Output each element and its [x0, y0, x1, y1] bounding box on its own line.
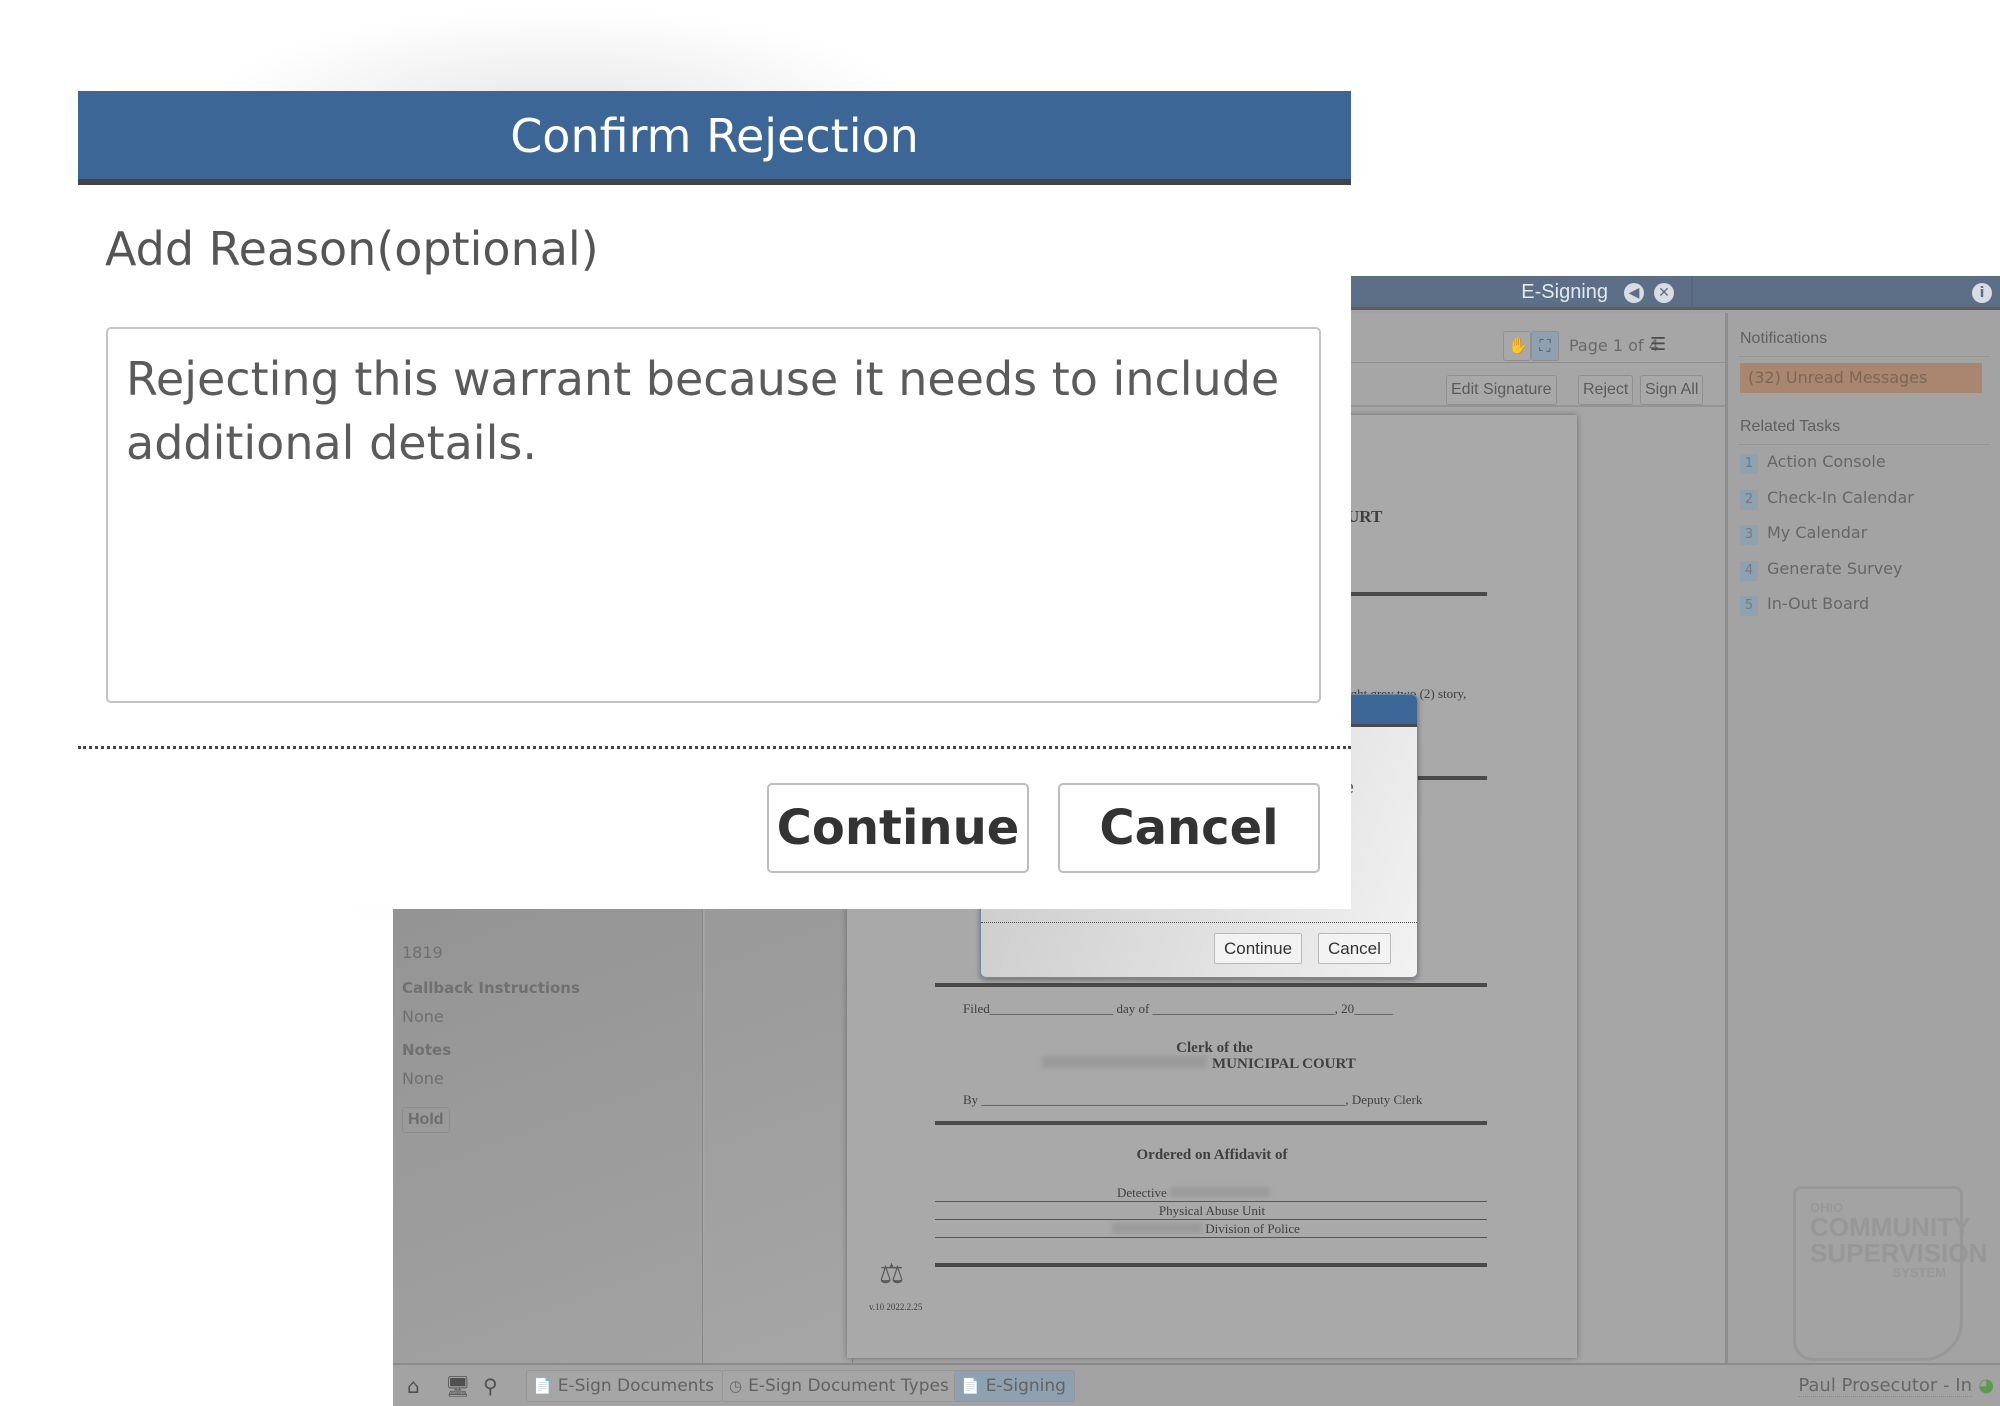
ordered-heading: Ordered on Affidavit of: [1136, 1147, 1288, 1163]
scales-of-justice-icon: ⚖: [879, 1259, 905, 1290]
dialog-title: Confirm Rejection: [510, 109, 919, 163]
dialog-separator: [981, 922, 1417, 923]
related-tasks-heading: Related Tasks: [1740, 418, 1841, 435]
cancel-button-small[interactable]: Cancel: [1318, 933, 1391, 964]
clock-icon: ◷: [729, 1377, 743, 1395]
callback-instructions-label: Callback Instructions: [402, 979, 580, 997]
logo-text: SUPERVISION: [1810, 1238, 1988, 1268]
search-icon[interactable]: ⚲: [483, 1374, 498, 1398]
continue-button[interactable]: Continue: [767, 783, 1029, 873]
tab-label: E-Sign Document Types: [748, 1376, 949, 1396]
detail-value: 1819: [402, 943, 443, 962]
reason-textarea[interactable]: Rejecting this warrant because it needs …: [106, 327, 1321, 703]
divider: [1738, 356, 1990, 357]
fit-page-icon[interactable]: ⛶: [1531, 331, 1559, 361]
confirm-rejection-dialog: Confirm Rejection Add Reason(optional) R…: [78, 91, 1351, 909]
tab-e-sign-documents[interactable]: 📄 E-Sign Documents: [526, 1370, 723, 1402]
rule: [935, 1219, 1487, 1220]
taskbar: ⌂ 🖥 ⚲ 📄 E-Sign Documents ◷ E-Sign Document…: [393, 1363, 2000, 1406]
task-number: 3: [1740, 525, 1758, 545]
related-task-generate-survey[interactable]: 4 Generate Survey: [1740, 559, 1902, 581]
tab-e-signing[interactable]: 📄 E-Signing: [954, 1370, 1075, 1402]
ohio-community-supervision-logo: OHIO COMMUNITY SUPERVISION SYSTEM: [1793, 1186, 1988, 1361]
task-label: My Calendar: [1767, 523, 1868, 542]
connection-status-icon: ◕: [1978, 1375, 1994, 1396]
back-icon[interactable]: ◀: [1624, 283, 1644, 303]
home-icon[interactable]: ⌂: [407, 1374, 420, 1398]
task-label: Action Console: [1767, 452, 1886, 471]
info-icon[interactable]: i: [1972, 283, 1992, 303]
edit-signature-button[interactable]: Edit Signature: [1446, 375, 1557, 405]
sign-all-button[interactable]: Sign All: [1640, 375, 1704, 405]
task-label: Generate Survey: [1767, 559, 1903, 578]
rule: [935, 983, 1487, 987]
task-number: 1: [1740, 454, 1758, 474]
task-label: Check-In Calendar: [1767, 488, 1914, 507]
task-number: 4: [1740, 561, 1758, 581]
dialog-separator: [78, 746, 1351, 749]
callback-instructions-value: None: [402, 1007, 444, 1026]
redacted-text: [1112, 1223, 1202, 1233]
unread-messages-link[interactable]: (32) Unread Messages: [1740, 363, 1982, 393]
related-task-check-in-calendar[interactable]: 2 Check-In Calendar: [1740, 488, 1914, 510]
notifications-heading: Notifications: [1740, 330, 1828, 347]
notes-label: Notes: [402, 1041, 452, 1059]
task-label: In-Out Board: [1767, 594, 1870, 613]
court-heading-fragment: URT: [1347, 507, 1383, 526]
affiant-name: Detective: [1117, 1185, 1271, 1201]
rule: [935, 1201, 1487, 1202]
related-task-in-out-board[interactable]: 5 In-Out Board: [1740, 594, 1869, 616]
dialog-header: Confirm Rejection: [78, 91, 1351, 185]
redacted-text: [1042, 1056, 1207, 1068]
rule: [935, 1237, 1487, 1238]
affiant-title: Detective: [1117, 1185, 1167, 1200]
court-name-text: MUNICIPAL COURT: [1212, 1056, 1356, 1072]
division-text: Division of Police: [1205, 1221, 1300, 1236]
deputy-clerk-line: By _____________________________________…: [963, 1092, 1423, 1107]
court-name: MUNICIPAL COURT: [847, 1056, 1577, 1073]
tab-label: E-Signing: [985, 1376, 1066, 1396]
rule: [935, 1263, 1487, 1267]
related-task-my-calendar[interactable]: 3 My Calendar: [1740, 523, 1867, 545]
document-shield-icon: 📄: [533, 1377, 552, 1395]
logo-text: COMMUNITY: [1810, 1212, 1971, 1242]
tab-e-sign-document-types[interactable]: ◷ E-Sign Document Types: [722, 1370, 958, 1402]
hold-button[interactable]: Hold: [402, 1107, 450, 1133]
redacted-text: [1170, 1187, 1271, 1197]
reject-button[interactable]: Reject: [1578, 375, 1634, 405]
clerk-line: Clerk of the: [1176, 1040, 1253, 1056]
continue-button-small[interactable]: Continue: [1214, 933, 1303, 964]
divider: [1738, 444, 1990, 445]
window-title: E-Signing: [1521, 281, 1608, 303]
page-indicator: Page 1 of 4: [1569, 336, 1659, 355]
reason-label: Add Reason(optional): [105, 222, 599, 276]
cancel-button[interactable]: Cancel: [1058, 783, 1320, 873]
related-task-action-console[interactable]: 1 Action Console: [1740, 452, 1886, 474]
task-number: 5: [1740, 596, 1758, 616]
form-version: v.10 2022.2.25: [869, 1302, 923, 1312]
affiant-division: Division of Police: [1112, 1221, 1300, 1237]
pan-hand-icon[interactable]: ✋: [1503, 331, 1531, 361]
task-number: 2: [1740, 490, 1758, 510]
menu-icon[interactable]: ☰: [1650, 334, 1666, 355]
rule: [935, 1121, 1487, 1125]
user-status[interactable]: Paul Prosecutor - In: [1798, 1375, 1972, 1397]
monitor-icon[interactable]: 🖥: [445, 1374, 470, 1398]
document-shield-icon: 📄: [961, 1377, 980, 1395]
filed-line: Filed___________________ day of ________…: [963, 1001, 1394, 1016]
notes-value: None: [402, 1069, 444, 1088]
close-icon[interactable]: ✕: [1654, 283, 1674, 303]
header-divider: [1691, 276, 1693, 310]
tab-label: E-Sign Documents: [557, 1376, 714, 1396]
affiant-unit: Physical Abuse Unit: [1158, 1203, 1266, 1218]
